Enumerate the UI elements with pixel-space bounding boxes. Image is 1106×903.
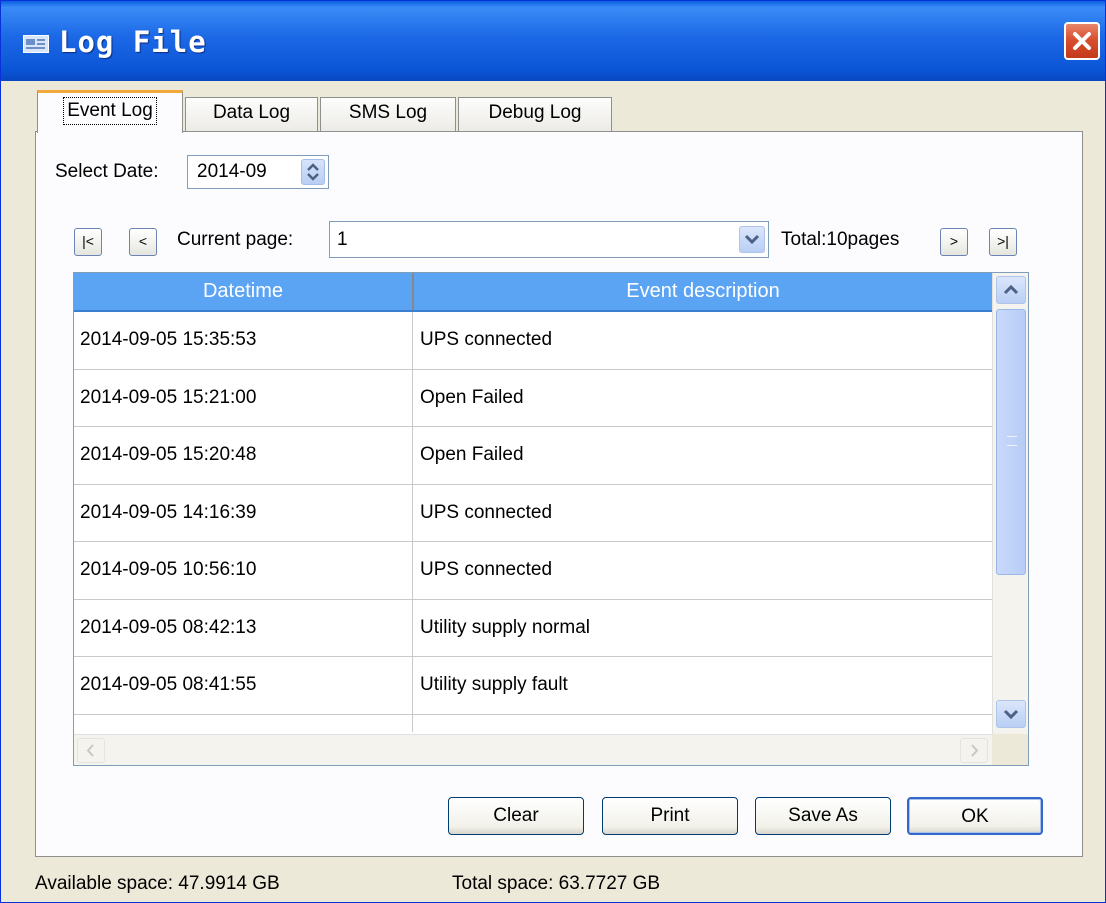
cell-datetime: 2014-09-05 15:21:00 [80,386,257,408]
table-row[interactable]: 2014-09-05 15:21:00 Open Failed [74,370,992,427]
close-icon [1073,32,1091,50]
table-rows: 2014-09-05 15:35:53 UPS connected 2014-0… [74,312,992,765]
current-page-select[interactable]: 1 [329,221,769,258]
scrollbar-corner [992,734,1028,765]
cell-event-description: Utility supply fault [420,674,568,695]
tab-debug-log-label: Debug Log [488,102,582,123]
cell-datetime: 2014-09-05 15:35:53 [80,329,257,350]
cell-event-description: UPS connected [420,559,553,580]
grip-icon [1007,436,1017,446]
tab-event-log-label: Event Log [63,97,157,125]
print-button[interactable]: Print [602,797,738,835]
table-row[interactable]: 2014-09-05 08:41:55 Utility supply fault [74,657,992,715]
app-window-icon [23,35,49,53]
date-spinner-value: 2014-09 [197,161,267,182]
window-title: Log File [59,25,207,59]
cell-event-description: Utility supply normal [420,616,590,638]
column-header-datetime[interactable]: Datetime [74,273,414,310]
event-log-table: Datetime Event description 2014-09-05 15… [73,272,1029,766]
cell-datetime: 2014-09-05 08:41:55 [80,674,257,695]
tab-sms-log[interactable]: SMS Log [320,97,456,131]
chevron-up-icon[interactable] [996,276,1026,304]
log-file-window: Log File Event Log Data Log SMS Log Debu… [0,0,1106,903]
vertical-scrollbar[interactable] [992,273,1028,734]
cell-datetime: 2014-09-05 14:16:39 [80,501,257,523]
chevron-down-icon[interactable] [739,226,765,253]
save-as-button[interactable]: Save As [755,797,891,835]
select-date-label: Select Date: [55,161,159,182]
last-page-button[interactable]: >| [989,228,1017,256]
ok-button[interactable]: OK [907,797,1043,835]
tab-data-log-label: Data Log [212,102,291,123]
tab-event-log[interactable]: Event Log [37,90,183,133]
chevron-right-icon[interactable] [960,738,988,763]
table-row[interactable]: 2014-09-05 14:16:39 UPS connected [74,485,992,542]
cell-datetime: 2014-09-05 08:42:13 [80,616,257,638]
total-pages-label: Total:10pages [781,229,900,250]
prev-page-button[interactable]: < [129,228,157,256]
tab-debug-log[interactable]: Debug Log [458,97,612,131]
clear-button[interactable]: Clear [448,797,584,835]
horizontal-scrollbar[interactable] [74,734,992,765]
table-row[interactable]: 2014-09-05 08:42:13 Utility supply norma… [74,600,992,657]
date-spinner[interactable]: 2014-09 [187,155,329,189]
first-page-button[interactable]: |< [74,228,102,256]
chevron-left-icon[interactable] [77,738,105,763]
cell-event-description: UPS connected [420,329,553,350]
current-page-value: 1 [337,229,348,250]
cell-datetime: 2014-09-05 15:20:48 [80,444,257,465]
available-space-text: Available space: 47.9914 GB [35,873,280,894]
chevron-down-icon[interactable] [996,700,1026,728]
spinner-arrows-icon[interactable] [301,159,325,185]
cell-datetime: 2014-09-05 10:56:10 [80,559,257,580]
total-space-text: Total space: 63.7727 GB [452,873,661,894]
cell-event-description: Open Failed [420,386,524,408]
table-row[interactable]: 2014-09-05 15:20:48 Open Failed [74,427,992,485]
table-row[interactable]: 2014-09-05 10:56:10 UPS connected [74,542,992,600]
scrollbar-thumb[interactable] [996,309,1026,575]
close-button[interactable] [1064,22,1100,60]
next-page-button[interactable]: > [940,228,968,256]
tab-sms-log-label: SMS Log [348,102,428,123]
cell-event-description: Open Failed [420,444,524,465]
current-page-label: Current page: [177,229,294,250]
cell-event-description: UPS connected [420,501,553,523]
tab-data-log[interactable]: Data Log [185,97,318,131]
title-bar[interactable]: Log File [1,1,1105,81]
column-header-event-description[interactable]: Event description [414,273,992,310]
table-row[interactable]: 2014-09-05 15:35:53 UPS connected [74,312,992,370]
table-header: Datetime Event description [74,273,992,312]
